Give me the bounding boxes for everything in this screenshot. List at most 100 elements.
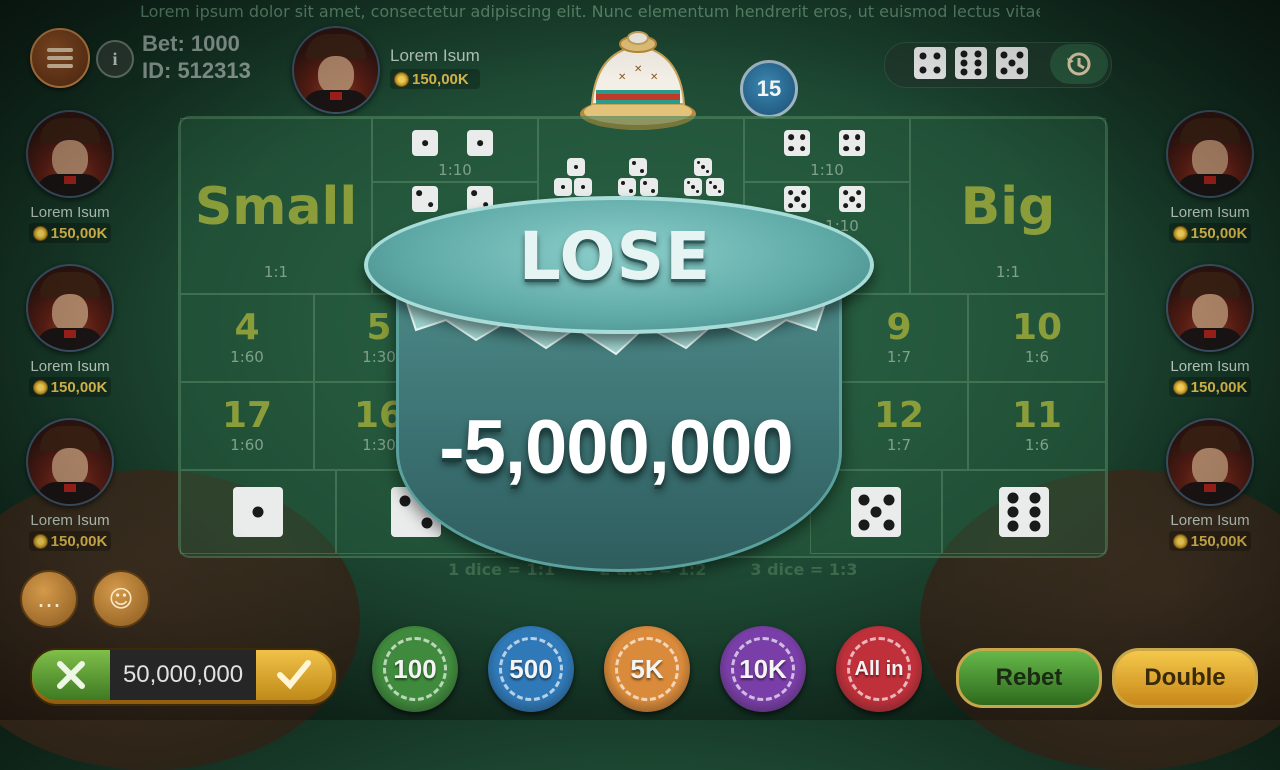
total-number: 4 — [234, 307, 260, 348]
coin-icon — [1172, 379, 1188, 395]
big-odds: 1:1 — [995, 263, 1021, 281]
bet-total-cell[interactable]: 12 1:7 — [830, 382, 968, 470]
round-timer: 15 — [740, 60, 798, 118]
bet-total-cell[interactable]: 10 1:6 — [968, 294, 1106, 382]
die-1-icon — [467, 130, 493, 156]
die-1-icon — [567, 158, 585, 176]
bet-amount-field[interactable]: 50,000,000 — [110, 650, 256, 700]
emoji-button[interactable]: ☺ — [92, 570, 150, 628]
rebet-button[interactable]: Rebet — [956, 648, 1102, 708]
svg-text:✕: ✕ — [650, 72, 658, 83]
chip-face: 10K — [731, 637, 795, 701]
die-1-icon — [233, 487, 283, 537]
chip-500[interactable]: 500 — [488, 626, 574, 712]
total-number: 9 — [886, 307, 912, 348]
bet-single-die-6[interactable] — [942, 470, 1106, 554]
die-3-icon — [706, 178, 724, 196]
bet-triple-1[interactable]: 1:10 — [372, 118, 538, 182]
coin-icon — [394, 71, 409, 87]
die-2-icon — [640, 178, 658, 196]
die-3-icon — [684, 178, 702, 196]
svg-text:✕: ✕ — [634, 64, 642, 75]
bet-total-cell[interactable]: 4 1:60 — [180, 294, 314, 382]
bet-big[interactable]: Big 1:1 — [910, 118, 1106, 294]
close-icon — [57, 661, 85, 689]
player-seat-right-2[interactable]: Lorem Isum 150,00K — [1160, 264, 1260, 397]
player-name: Lorem Isum — [1170, 512, 1250, 529]
info-button[interactable]: i — [96, 40, 134, 78]
news-marquee: Lorem ipsum dolor sit amet, consectetur … — [140, 2, 1040, 21]
die-2-icon — [618, 178, 636, 196]
big-label: Big — [960, 177, 1056, 237]
chip-label: 5K — [630, 653, 664, 684]
coin-icon — [32, 533, 48, 549]
history-button[interactable] — [1050, 44, 1108, 84]
chip-label: 500 — [509, 653, 553, 684]
player-seat-left-3[interactable]: Lorem Isum 150,00K — [20, 418, 120, 551]
coin-icon — [1172, 533, 1188, 549]
avatar-top-player[interactable] — [292, 26, 380, 114]
player-seat-left-2[interactable]: Lorem Isum 150,00K — [20, 264, 120, 397]
bet-total-cell[interactable]: 11 1:6 — [968, 382, 1106, 470]
avatar[interactable] — [26, 110, 114, 198]
total-odds: 1:7 — [886, 436, 912, 454]
avatar[interactable] — [26, 418, 114, 506]
player-seat-right-1[interactable]: Lorem Isum 150,00K — [1160, 110, 1260, 243]
chip-all-in[interactable]: All in — [836, 626, 922, 712]
player-coins: 150,00K — [1168, 223, 1252, 243]
bet-triple-4[interactable]: 1:10 — [744, 118, 910, 182]
chip-face: 500 — [499, 637, 563, 701]
die-5-icon — [784, 186, 810, 212]
triple-odds: 1:10 — [438, 161, 472, 179]
result-amount: -5,000,000 — [439, 405, 793, 490]
total-odds: 1:60 — [230, 436, 264, 454]
bet-label: Bet: 1000 — [142, 31, 240, 56]
player-seat-right-3[interactable]: Lorem Isum 150,00K — [1160, 418, 1260, 551]
die-5-icon — [839, 186, 865, 212]
total-odds: 1:6 — [1024, 348, 1050, 366]
info-icon: i — [112, 48, 118, 69]
player-seat-left-1[interactable]: Lorem Isum 150,00K — [20, 110, 120, 243]
menu-button[interactable] — [30, 28, 90, 88]
chip-face: All in — [847, 637, 911, 701]
avatar[interactable] — [1166, 418, 1254, 506]
die-1-icon — [574, 178, 592, 196]
chat-icon: … — [37, 585, 61, 613]
bet-total-cell[interactable]: 9 1:7 — [830, 294, 968, 382]
confirm-bet-button[interactable] — [256, 650, 332, 700]
total-odds: 1:60 — [230, 348, 264, 366]
avatar[interactable] — [1166, 110, 1254, 198]
total-number: 17 — [221, 395, 273, 436]
chip-5k[interactable]: 5K — [604, 626, 690, 712]
die-4-icon — [839, 130, 865, 156]
chip-label: 100 — [393, 653, 437, 684]
chip-label: All in — [854, 657, 904, 680]
avatar[interactable] — [26, 264, 114, 352]
check-icon — [277, 660, 311, 690]
chip-100[interactable]: 100 — [372, 626, 458, 712]
coin-icon — [32, 225, 48, 241]
avatar[interactable] — [1166, 264, 1254, 352]
double-button[interactable]: Double — [1112, 648, 1258, 708]
bet-total-cell[interactable]: 17 1:60 — [180, 382, 314, 470]
history-die-5-icon — [996, 47, 1028, 79]
chip-face: 100 — [383, 637, 447, 701]
dice-history — [914, 47, 1028, 79]
player-name: Lorem Isum — [30, 512, 110, 529]
coin-icon — [1172, 225, 1188, 241]
player-name: Lorem Isum — [30, 204, 110, 221]
player-name: Lorem Isum — [1170, 204, 1250, 221]
cancel-bet-button[interactable] — [32, 650, 110, 700]
bet-small[interactable]: Small 1:1 — [180, 118, 372, 294]
top-player-info: Lorem Isum 150,00K — [390, 46, 480, 89]
chip-10k[interactable]: 10K — [720, 626, 806, 712]
history-icon — [1067, 52, 1091, 76]
bet-single-die-1[interactable] — [180, 470, 336, 554]
chat-button[interactable]: … — [20, 570, 78, 628]
die-4-icon — [784, 130, 810, 156]
die-2-icon — [412, 186, 438, 212]
player-coins: 150,00K — [390, 69, 480, 89]
history-die-4-icon — [914, 47, 946, 79]
player-coins: 150,00K — [28, 223, 112, 243]
player-name: Lorem Isum — [390, 46, 480, 65]
